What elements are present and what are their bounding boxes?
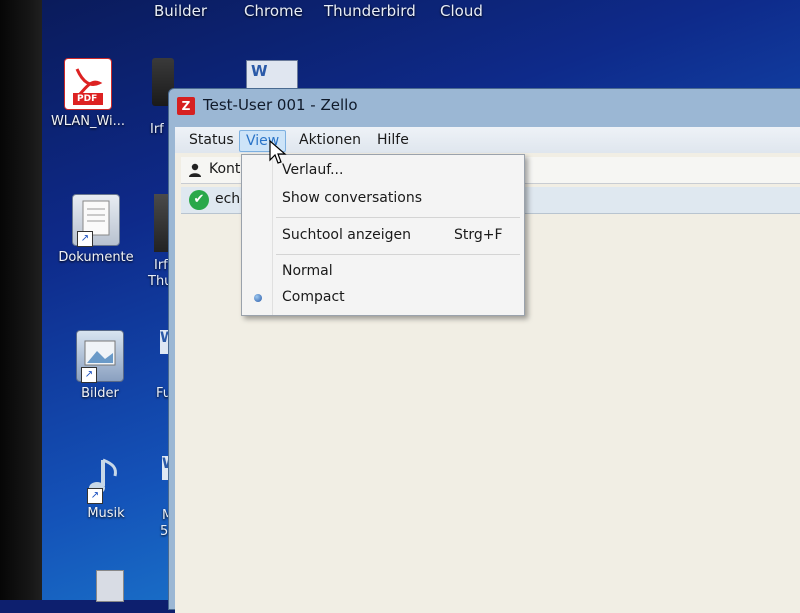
menu-item-label: Suchtool anzeigen: [282, 227, 411, 243]
menu-item-compact[interactable]: Compact: [242, 286, 524, 310]
desktop-file-icon[interactable]: [96, 570, 124, 602]
menu-item-label: Compact: [282, 289, 345, 305]
menu-status[interactable]: Status: [183, 130, 240, 150]
check-icon: ✔: [189, 190, 209, 210]
menu-hilfe[interactable]: Hilfe: [371, 130, 415, 150]
menu-item-label: Normal: [282, 263, 333, 279]
desktop-label-cloud[interactable]: Cloud: [440, 2, 483, 20]
desktop-icon-wlan-pdf[interactable]: PDF WLAN_Wi...: [40, 58, 136, 129]
menu-separator: [276, 217, 520, 218]
pdf-icon: PDF: [64, 58, 112, 110]
desktop-icon-label: Dokumente: [58, 250, 134, 265]
menu-item-show-conversations[interactable]: Show conversations: [242, 187, 524, 211]
window-title: Test-User 001 - Zello: [203, 96, 358, 114]
desktop-label-builder[interactable]: Builder: [154, 2, 207, 20]
desktop-partial-label: Irf: [150, 122, 164, 137]
mouse-cursor-icon: [269, 140, 287, 164]
shortcut-arrow-icon: ↗: [87, 488, 103, 504]
shortcut-arrow-icon: ↗: [77, 231, 93, 247]
pictures-icon: ↗: [76, 330, 124, 383]
shortcut-arrow-icon: ↗: [81, 367, 97, 383]
desktop-icon-bilder[interactable]: ↗ Bilder: [52, 330, 148, 401]
monitor-bezel: [0, 0, 42, 600]
menu-item-normal[interactable]: Normal: [242, 260, 524, 284]
desktop-icon-musik[interactable]: ↗ Musik: [58, 452, 154, 521]
person-icon: [189, 163, 201, 177]
menu-aktionen[interactable]: Aktionen: [293, 130, 367, 150]
menu-item-label: Show conversations: [282, 190, 422, 206]
desktop-icon-dokumente[interactable]: ↗ Dokumente: [48, 194, 144, 265]
zello-app-icon: Z: [177, 97, 195, 115]
menu-item-suchtool[interactable]: Suchtool anzeigen Strg+F: [242, 224, 524, 248]
menu-separator: [276, 254, 520, 255]
contacts-label: Kont: [209, 161, 241, 177]
menu-item-shortcut: Strg+F: [454, 227, 503, 243]
music-icon: ↗: [83, 452, 129, 504]
radio-selected-icon: [254, 294, 262, 302]
desktop-partial-label: Irf: [154, 258, 168, 273]
desktop-icon-label: Musik: [87, 506, 125, 521]
desktop-icon-label: Bilder: [81, 386, 119, 401]
desktop-label-thunderbird[interactable]: Thunderbird: [324, 2, 416, 20]
window-titlebar[interactable]: Z Test-User 001 - Zello: [169, 89, 800, 121]
desktop-label-chrome[interactable]: Chrome: [244, 2, 303, 20]
documents-icon: ↗: [72, 194, 120, 247]
pdf-badge-text: PDF: [77, 94, 98, 104]
view-dropdown-menu: Verlauf... Show conversations Suchtool a…: [241, 154, 525, 316]
menu-item-label: Verlauf...: [282, 162, 344, 178]
desktop-icon-label: WLAN_Wi...: [50, 114, 126, 129]
